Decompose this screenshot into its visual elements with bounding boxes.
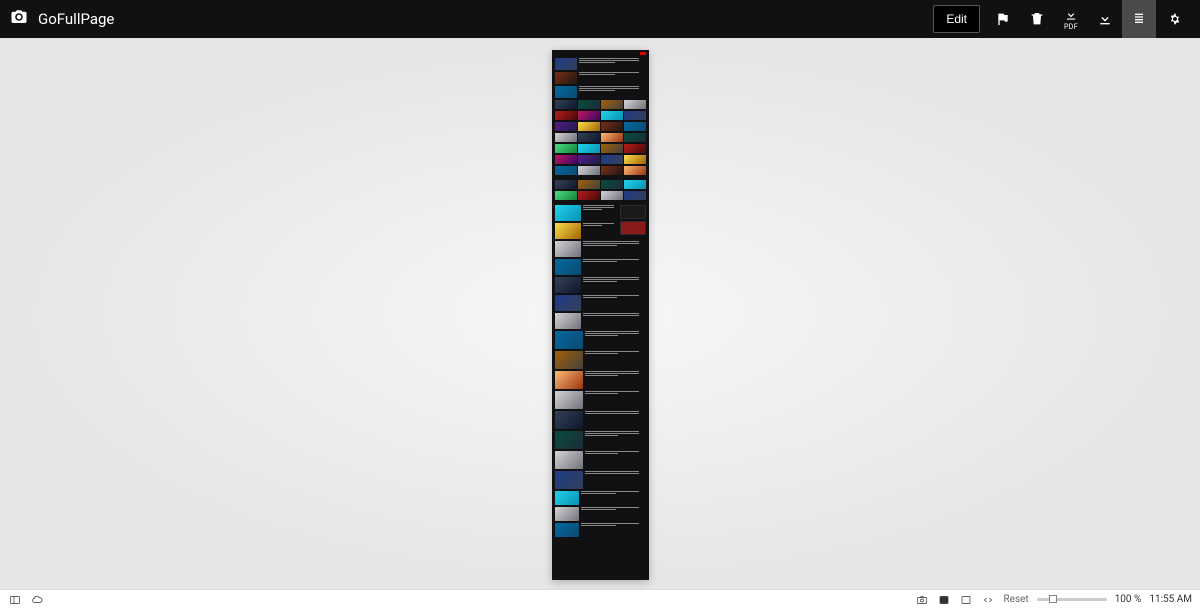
- app-title: GoFullPage: [38, 10, 114, 28]
- cloud-icon[interactable]: [30, 593, 44, 607]
- zoom-slider-thumb[interactable]: [1049, 595, 1057, 603]
- delete-button[interactable]: [1020, 0, 1054, 38]
- download-image-button[interactable]: [1088, 0, 1122, 38]
- zoom-percentage: 100 %: [1115, 594, 1142, 605]
- pdf-label: PDF: [1064, 23, 1078, 31]
- captured-page-thumbnail[interactable]: [552, 50, 649, 580]
- code-icon[interactable]: [981, 593, 995, 607]
- camera-icon: [10, 8, 28, 30]
- clock: 11:55 AM: [1149, 594, 1192, 605]
- brand: GoFullPage: [10, 8, 114, 30]
- status-bar: Reset 100 % 11:55 AM: [0, 589, 1200, 609]
- toolbar-actions: Edit PDF: [933, 0, 1190, 38]
- panel-toggle-icon[interactable]: [8, 593, 22, 607]
- preview-canvas[interactable]: [0, 38, 1200, 589]
- edit-button[interactable]: Edit: [933, 5, 980, 33]
- flag-button[interactable]: [986, 0, 1020, 38]
- top-toolbar: GoFullPage Edit PDF: [0, 0, 1200, 38]
- reset-zoom-button[interactable]: Reset: [1003, 594, 1028, 605]
- fit-screen-icon[interactable]: [959, 593, 973, 607]
- camera-status-icon[interactable]: [915, 593, 929, 607]
- zoom-slider[interactable]: [1037, 598, 1107, 601]
- files-history-button[interactable]: [1122, 0, 1156, 38]
- download-pdf-button[interactable]: PDF: [1054, 0, 1088, 38]
- settings-button[interactable]: [1156, 0, 1190, 38]
- image-status-icon[interactable]: [937, 593, 951, 607]
